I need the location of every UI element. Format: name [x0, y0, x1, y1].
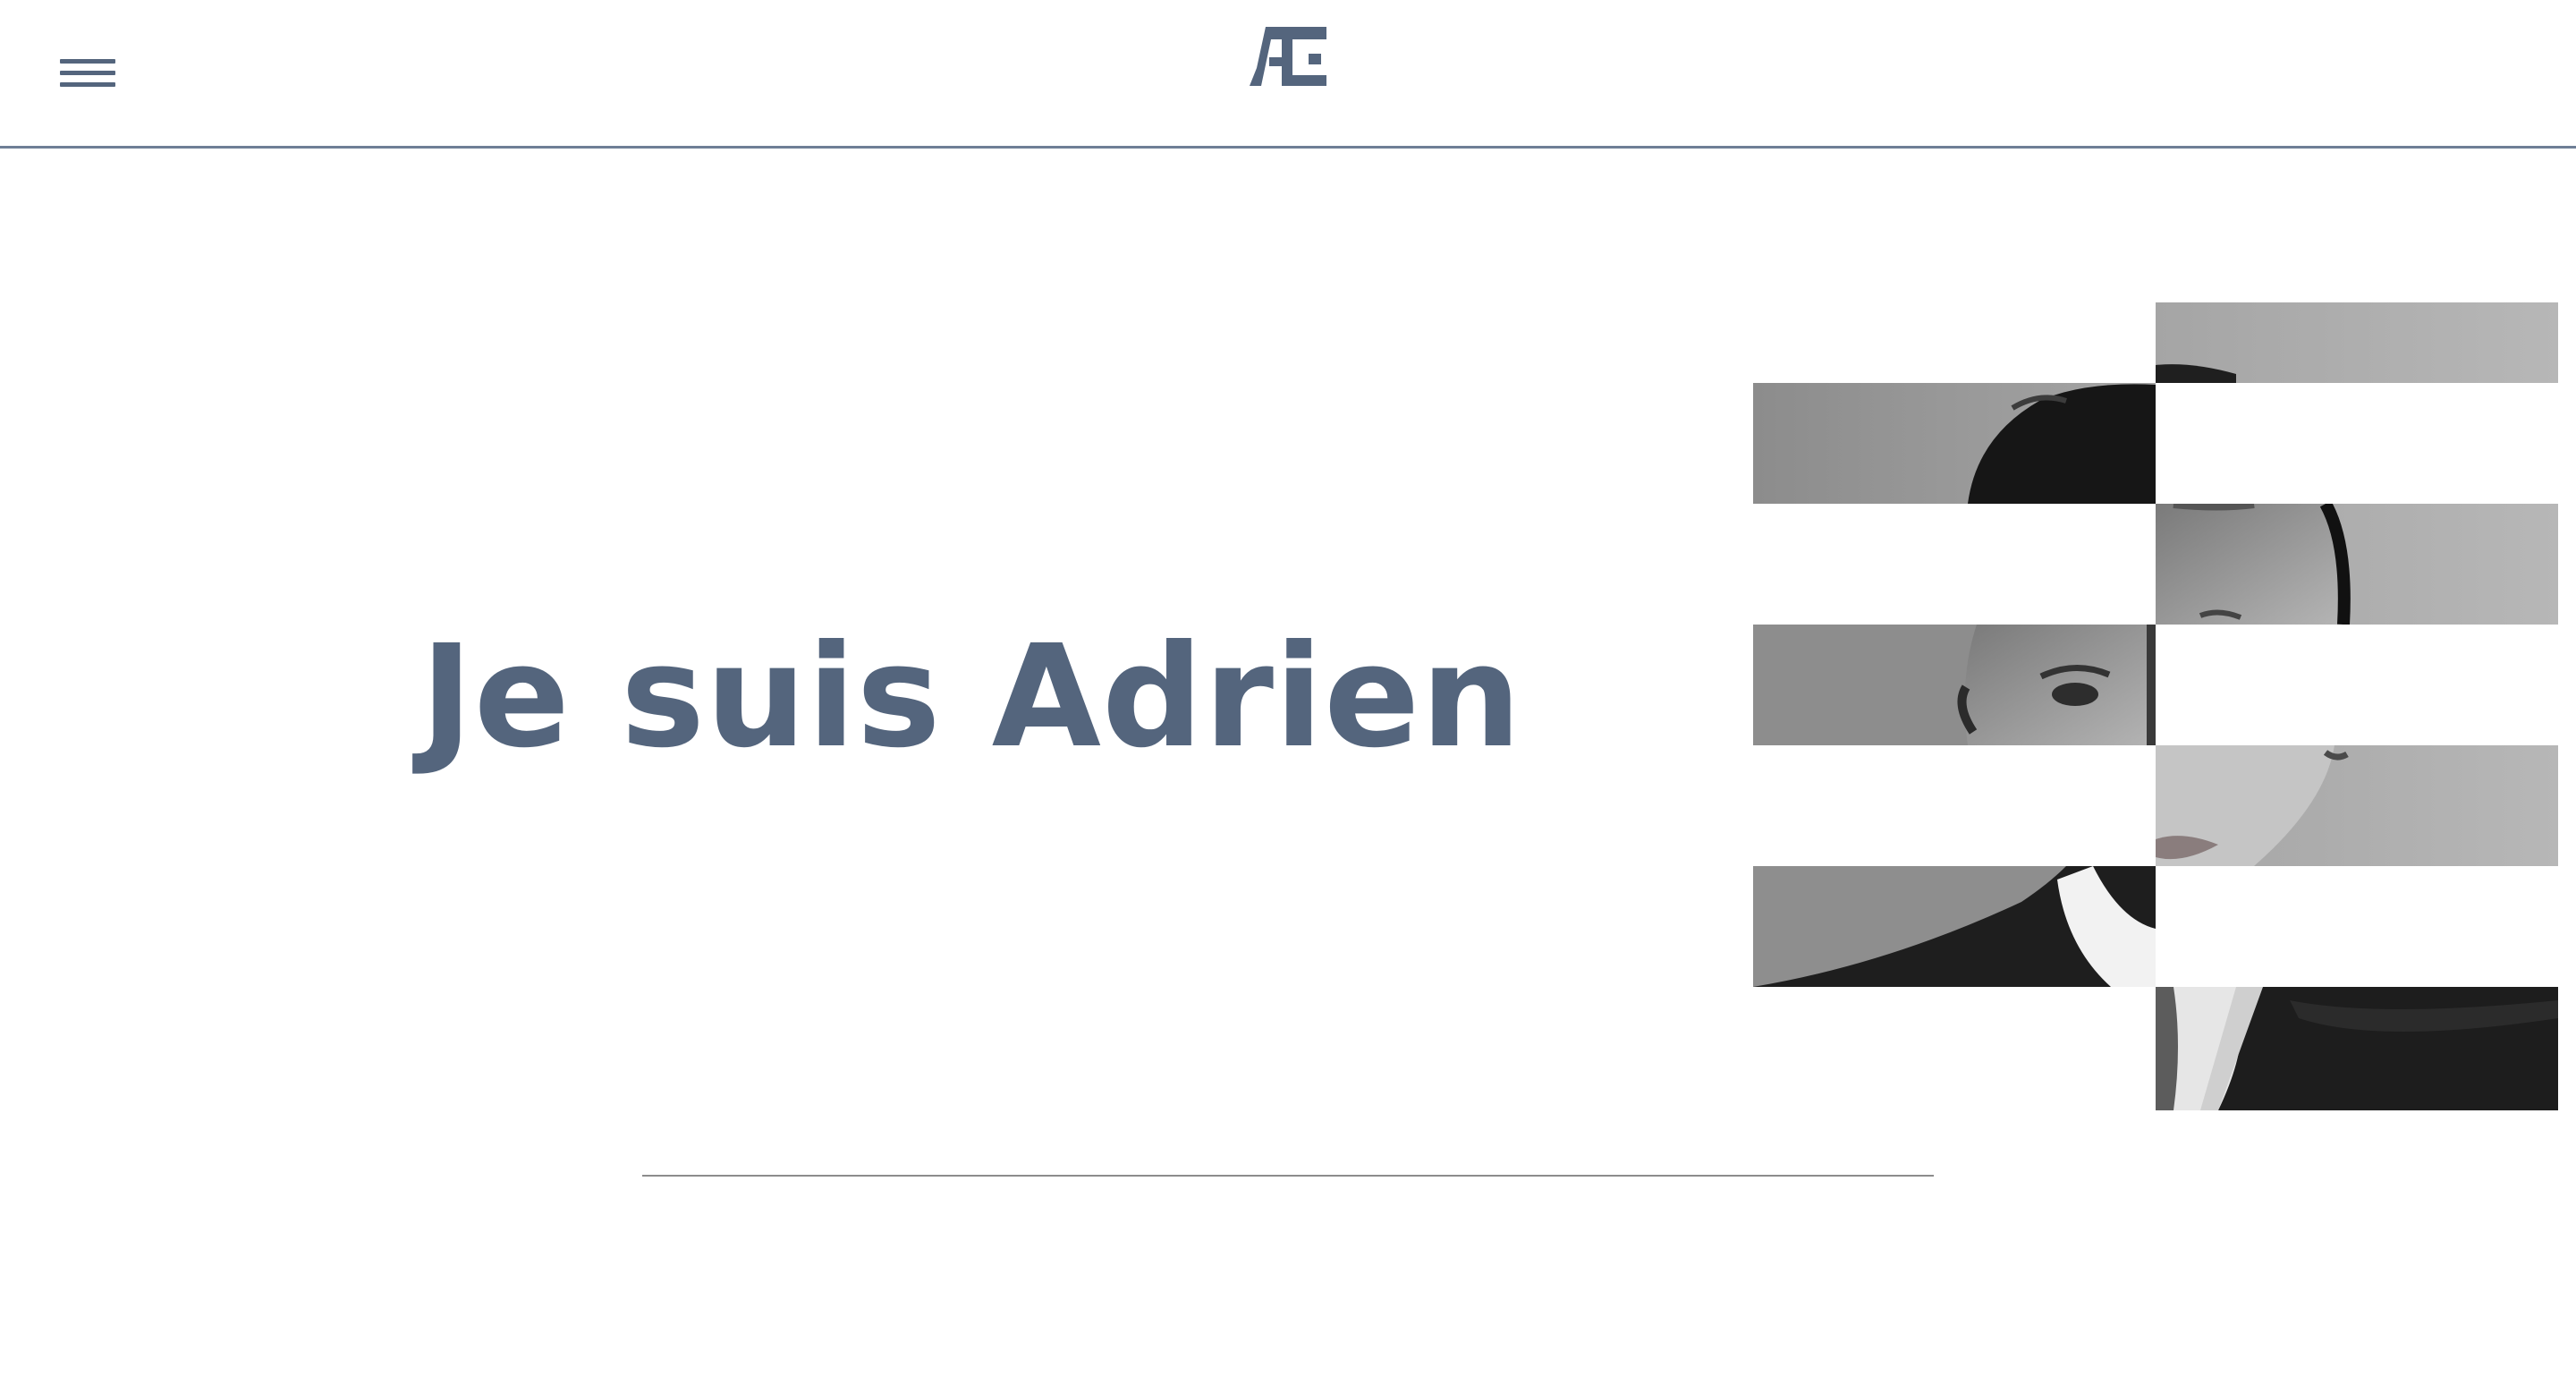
menu-line	[60, 82, 115, 87]
hero-title: Je suis Adrien	[420, 615, 1522, 779]
logo-link[interactable]	[1250, 20, 1326, 91]
site-header	[0, 0, 2576, 149]
menu-line	[60, 59, 115, 64]
ae-monogram-logo-icon	[1250, 27, 1326, 86]
hamburger-menu-icon[interactable]	[54, 54, 116, 93]
section-divider	[642, 1175, 1934, 1177]
striped-portrait-image	[1753, 302, 2558, 1110]
menu-line	[60, 71, 115, 75]
